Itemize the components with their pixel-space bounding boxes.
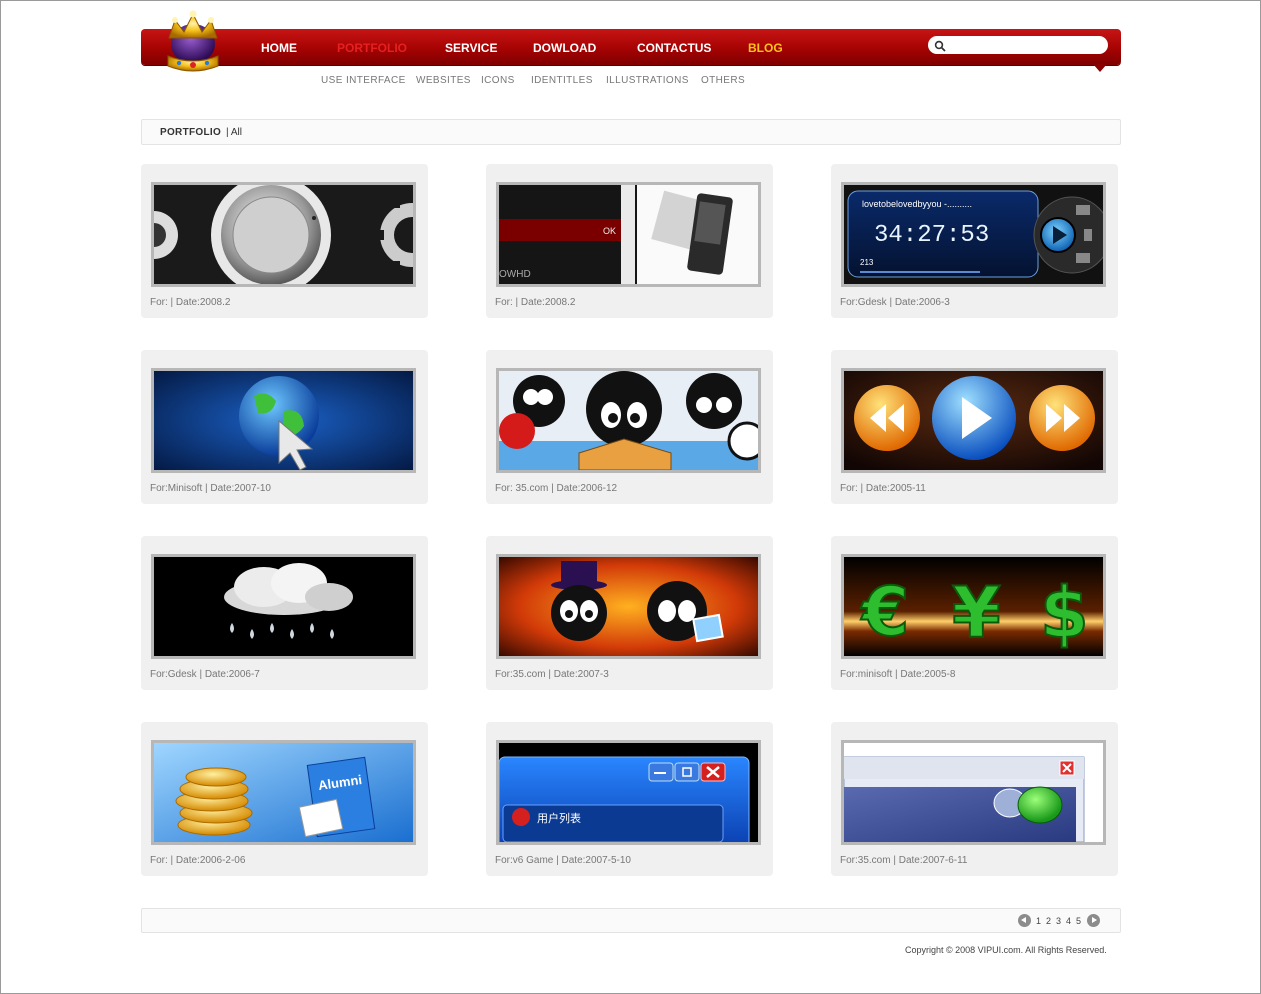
blue-game-window-image: 用户列表 [499,743,758,842]
breadcrumb-section[interactable]: PORTFOLIO [160,127,221,138]
portfolio-card[interactable]: For:35.com | Date:2007-3 [486,536,773,690]
mascot-fire-illustration-image [499,557,758,656]
portfolio-card[interactable]: Alumni For: | Date:2006-2-06 [141,722,428,876]
portfolio-caption: For: | Date:2008.2 [495,297,576,308]
nav-home[interactable]: HOME [261,41,297,55]
portfolio-caption: For: 35.com | Date:2006-12 [495,483,618,494]
subnav-others[interactable]: OTHERS [701,75,745,86]
portfolio-caption: For:35.com | Date:2007-3 [495,669,609,680]
portfolio-caption: For:Minisoft | Date:2007-10 [150,483,271,494]
subnav-illustrations[interactable]: ILLUSTRATIONS [606,75,689,86]
portfolio-thumbnail[interactable] [151,554,416,659]
frame-top [0,0,1261,1]
subnav-websites[interactable]: WEBSITES [416,75,471,86]
portfolio-card[interactable]: For:Gdesk | Date:2006-7 [141,536,428,690]
brand-label: OWHD [499,269,531,280]
portfolio-caption: For: | Date:2005-11 [840,483,926,494]
svg-text:$: $ [1040,572,1089,654]
media-control-buttons-image [844,371,1103,470]
portfolio-card[interactable]: 用户列表 For:v6 Game | Date:2007-5-10 [486,722,773,876]
track-title: lovetobelovedbyyou -.......... [862,199,972,209]
portfolio-thumbnail[interactable] [151,182,416,287]
portfolio-thumbnail[interactable] [496,368,761,473]
portfolio-thumbnail[interactable] [496,554,761,659]
svg-text:€: € [860,573,909,652]
breadcrumb: PORTFOLIO | All [141,119,1121,145]
rain-cloud-icon-image [154,557,413,656]
pagination-bar: 1 2 3 4 5 [141,908,1121,933]
portfolio-thumbnail[interactable]: OK OWHD [496,182,761,287]
portfolio-card[interactable]: lovetobelovedbyyou -.......... 34:27:53 … [831,164,1118,318]
previous-page-icon[interactable] [1018,914,1031,927]
header-notch [1093,64,1107,72]
crown-logo-icon[interactable] [160,8,226,74]
portfolio-card[interactable]: OK OWHD For: | Date:2008.2 [486,164,773,318]
frame-left [0,0,1,994]
nav-blog[interactable]: BLOG [748,41,783,55]
page-link-1[interactable]: 1 [1036,916,1041,926]
subnav-icons[interactable]: ICONS [481,75,515,86]
subnav-use-interface[interactable]: USE INTERFACE [321,75,406,86]
portfolio-caption: For:Gdesk | Date:2006-7 [150,669,260,680]
page-link-2[interactable]: 2 [1046,916,1051,926]
portfolio-thumbnail[interactable] [151,368,416,473]
portfolio-thumbnail[interactable]: Alumni [151,740,416,845]
portfolio-thumbnail[interactable] [841,368,1106,473]
chat-window-icon-image [844,743,1103,842]
portfolio-card[interactable]: For: | Date:2008.2 [141,164,428,318]
portfolio-caption: For:35.com | Date:2007-6-11 [840,855,968,866]
chrome-knob-gears-image [154,185,413,284]
nav-service[interactable]: SERVICE [445,41,497,55]
portfolio-thumbnail[interactable] [841,740,1106,845]
dark-ui-media-player-device-image: OK OWHD [499,185,758,284]
portfolio-card[interactable]: For: | Date:2005-11 [831,350,1118,504]
window-title: 用户列表 [537,811,581,825]
portfolio-caption: For:v6 Game | Date:2007-5-10 [495,855,631,866]
nav-dowload[interactable]: DOWLOAD [533,41,596,55]
track-count: 213 [860,258,874,267]
portfolio-caption: For:minisoft | Date:2005-8 [840,669,956,680]
portfolio-caption: For:Gdesk | Date:2006-3 [840,297,950,308]
search-box [928,36,1108,57]
portfolio-card[interactable]: For: 35.com | Date:2006-12 [486,350,773,504]
page-link-4[interactable]: 4 [1066,916,1071,926]
footer-copyright: Copyright © 2008 VIPUI.com. All Rights R… [905,945,1107,955]
page-link-5[interactable]: 5 [1076,916,1081,926]
search-icon[interactable] [934,39,946,57]
currency-symbol-icons-image: € ¥ $ [844,557,1103,656]
portfolio-card[interactable]: For:Minisoft | Date:2007-10 [141,350,428,504]
next-page-icon[interactable] [1087,914,1100,927]
portfolio-caption: For: | Date:2006-2-06 [150,855,246,866]
globe-cursor-icon-image [154,371,413,470]
subnav-identitles[interactable]: IDENTITLES [531,75,593,86]
cartoon-mascot-illustration-image [499,371,758,470]
portfolio-thumbnail[interactable]: 用户列表 [496,740,761,845]
portfolio-thumbnail[interactable]: € ¥ $ [841,554,1106,659]
music-player-skin-image: lovetobelovedbyyou -.......... 34:27:53 … [844,185,1103,284]
nav-contactus[interactable]: CONTACTUS [637,41,711,55]
portfolio-card[interactable]: For:35.com | Date:2007-6-11 [831,722,1118,876]
track-time: 34:27:53 [874,222,989,249]
search-input[interactable] [948,37,1102,55]
ok-label: OK [603,226,616,236]
portfolio-caption: For: | Date:2008.2 [150,297,231,308]
portfolio-card[interactable]: € ¥ $ For:minisoft | Date:2005-8 [831,536,1118,690]
nav-portfolio[interactable]: PORTFOLIO [337,41,407,55]
breadcrumb-filter: | All [226,127,242,138]
portfolio-thumbnail[interactable]: lovetobelovedbyyou -.......... 34:27:53 … [841,182,1106,287]
coins-alumni-book-icons-image: Alumni [154,743,413,842]
page-link-3[interactable]: 3 [1056,916,1061,926]
svg-text:¥: ¥ [952,572,1001,654]
